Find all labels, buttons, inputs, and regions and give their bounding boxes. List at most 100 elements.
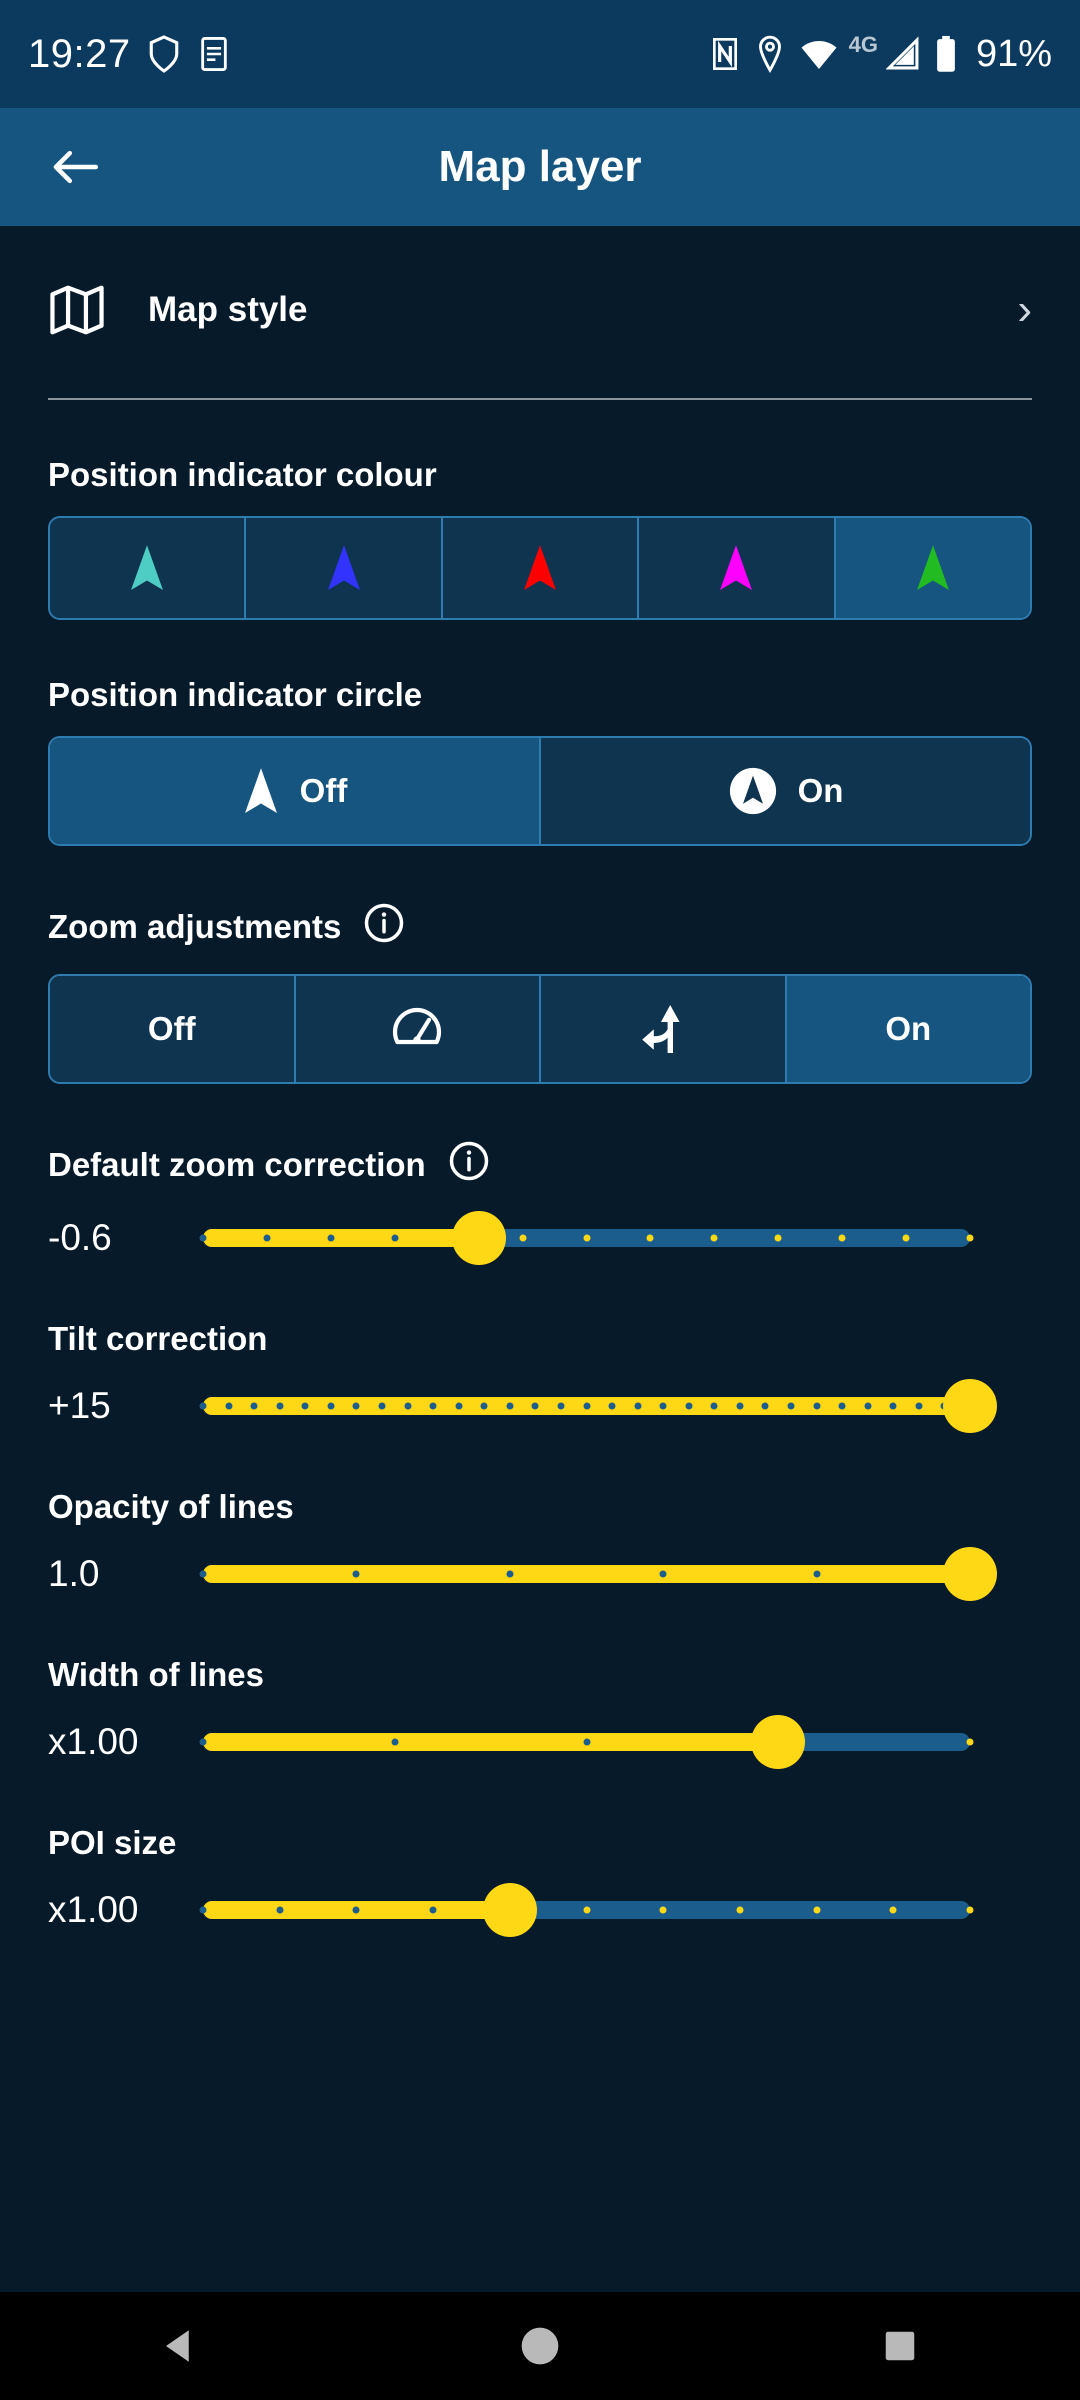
nav-recents-button[interactable]	[820, 2327, 980, 2365]
arrow-left-icon	[53, 150, 99, 184]
location-pin-icon	[758, 35, 781, 73]
slider-block: Width of lines x1.00	[0, 1656, 1080, 1824]
slider-tick	[659, 1402, 667, 1410]
position-circle-selector[interactable]: Off On	[48, 736, 1032, 846]
slider-tick	[659, 1570, 667, 1578]
slider-tick	[813, 1906, 821, 1914]
slider-tick	[404, 1402, 412, 1410]
status-time: 19:27	[28, 31, 131, 76]
signal-icon	[885, 36, 919, 70]
slider-tick	[519, 1234, 527, 1242]
slider-label-row: Width of lines	[0, 1656, 1080, 1694]
slider-track[interactable]	[199, 1715, 974, 1769]
slider-label: Default zoom correction	[48, 1146, 426, 1183]
slider-tick	[301, 1402, 309, 1410]
slider-ticks	[199, 1229, 974, 1247]
slider-tick	[838, 1234, 846, 1242]
battery-percent: 91%	[975, 32, 1052, 75]
slider-track[interactable]	[199, 1211, 974, 1265]
slider-tick	[608, 1402, 616, 1410]
slider-tick	[506, 1570, 514, 1578]
slider-tick	[634, 1402, 642, 1410]
slider-tick	[506, 1402, 514, 1410]
notes-icon	[200, 37, 227, 71]
chevron-right-icon: ›	[1017, 285, 1032, 334]
slider-tick	[685, 1402, 693, 1410]
slider-tick	[915, 1402, 923, 1410]
slider-block: POI size x1.00	[0, 1824, 1080, 1992]
position-colour-label: Position indicator colour	[48, 456, 437, 493]
slider-thumb[interactable]	[943, 1379, 997, 1433]
map-style-row[interactable]: Map style ›	[0, 244, 1080, 376]
nav-back-button[interactable]	[100, 2325, 260, 2367]
slider-track[interactable]	[199, 1547, 997, 1601]
slider-tick	[199, 1738, 207, 1746]
slider-tick	[736, 1402, 744, 1410]
slider-tick	[276, 1906, 284, 1914]
page-title: Map layer	[438, 142, 642, 191]
slider-row: x1.00	[0, 1694, 1080, 1790]
slider-tick	[838, 1402, 846, 1410]
slider-thumb[interactable]	[452, 1211, 507, 1265]
nav-home-button[interactable]	[460, 2324, 620, 2368]
info-icon[interactable]	[448, 1140, 490, 1190]
speedometer-icon	[393, 1007, 442, 1045]
slider-label-row: Opacity of lines	[0, 1488, 1080, 1526]
slider-tick	[583, 1738, 590, 1746]
slider-tick	[966, 1906, 974, 1914]
position-circle-option-on[interactable]: On	[541, 738, 1030, 844]
slider-tick	[531, 1402, 539, 1410]
zoom-adjustments-option-speedometer-icon[interactable]	[295, 976, 541, 1082]
slider-row: 1.0	[0, 1526, 1080, 1622]
turn-fork-icon	[641, 1005, 680, 1053]
network-type-label: 4G	[848, 32, 878, 57]
slider-block: Opacity of lines 1.0	[0, 1488, 1080, 1656]
slider-value: +15	[48, 1385, 111, 1426]
slider-tick	[199, 1570, 207, 1578]
slider-tick	[391, 1234, 399, 1242]
slider-track[interactable]	[199, 1379, 997, 1433]
slider-row: x1.00	[0, 1862, 1080, 1958]
position-circle-option-off[interactable]: Off	[50, 738, 541, 844]
slider-thumb[interactable]	[943, 1547, 997, 1601]
slider-label-row: Tilt correction	[0, 1320, 1080, 1358]
slider-tick	[583, 1234, 590, 1242]
slider-thumb[interactable]	[482, 1883, 537, 1937]
slider-tick	[352, 1402, 360, 1410]
position-colour-option-blue[interactable]	[246, 518, 443, 618]
slider-label: Tilt correction	[48, 1320, 268, 1357]
shield-icon	[149, 35, 178, 73]
info-icon[interactable]	[363, 902, 405, 952]
system-nav-bar	[0, 2292, 1080, 2400]
slider-tick	[889, 1402, 897, 1410]
map-style-label: Map style	[148, 290, 308, 329]
position-arrow-icon	[244, 768, 277, 814]
slider-tick	[391, 1738, 399, 1746]
slider-thumb[interactable]	[751, 1715, 806, 1769]
slider-value: -0.6	[48, 1217, 112, 1258]
zoom-adjustments-option-on[interactable]: On	[786, 976, 1030, 1082]
slider-value: x1.00	[48, 1889, 139, 1930]
slider-row: +15	[0, 1358, 1080, 1454]
position-colour-option-teal[interactable]	[50, 518, 247, 618]
back-button[interactable]	[0, 145, 150, 189]
slider-tick	[774, 1234, 782, 1242]
zoom-adjustments-selector[interactable]: Off On	[48, 974, 1032, 1084]
slider-tick	[787, 1402, 795, 1410]
status-bar-left: 19:27	[28, 32, 231, 77]
zoom-adjustments-section-label: Zoom adjustments	[0, 902, 1080, 952]
zoom-adjustments-option-turn-fork-icon[interactable]	[541, 976, 787, 1082]
slider-tick	[902, 1234, 910, 1242]
zoom-adjustments-option-off[interactable]: Off	[50, 976, 296, 1082]
slider-tick	[966, 1738, 974, 1746]
battery-icon	[937, 35, 955, 72]
position-colour-selector[interactable]	[48, 516, 1032, 620]
position-colour-option-magenta[interactable]	[639, 518, 836, 618]
position-colour-option-green[interactable]	[835, 518, 1030, 618]
slider-label: POI size	[48, 1824, 177, 1861]
slider-tick	[263, 1234, 271, 1242]
slider-track[interactable]	[199, 1883, 974, 1937]
slider-label-row: Default zoom correction	[0, 1140, 1080, 1190]
nav-back-icon	[166, 2330, 189, 2362]
position-colour-option-red[interactable]	[442, 518, 640, 618]
